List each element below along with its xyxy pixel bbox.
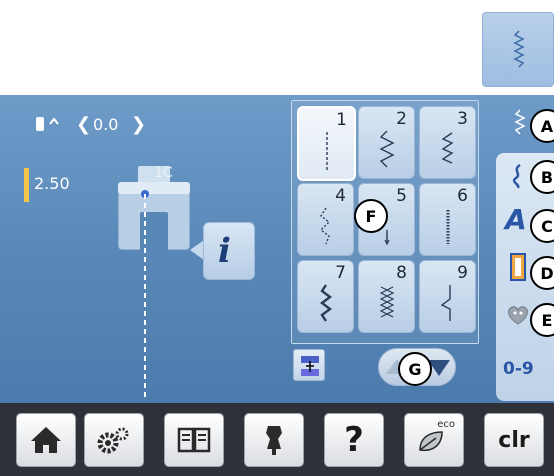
needle-position-value: 0.0: [93, 115, 119, 134]
help-button[interactable]: ?: [324, 413, 384, 467]
alphabets-icon[interactable]: A: [505, 203, 527, 236]
practical-stitches-icon[interactable]: [510, 108, 530, 138]
setup-button[interactable]: [84, 413, 144, 467]
stitch-button-2[interactable]: 2: [358, 106, 415, 179]
stitch-number: 1: [336, 110, 347, 130]
info-pointer: [190, 240, 204, 260]
stitch-number: 8: [396, 263, 407, 283]
stitch-button-4[interactable]: 4: [297, 183, 354, 256]
stitch-number: 3: [457, 109, 468, 129]
foot-label: 1C: [154, 165, 173, 181]
needle-right-arrow[interactable]: ❯: [131, 114, 146, 135]
stitch-button-8[interactable]: 8: [358, 260, 415, 333]
tutorial-button[interactable]: [164, 413, 224, 467]
honeycomb-stitch-icon: [379, 286, 395, 318]
help-icon: ?: [344, 420, 364, 460]
stitch-number: 5: [396, 186, 407, 206]
running-stitch-icon: [319, 207, 331, 245]
stitch-selection-button[interactable]: [482, 12, 554, 87]
stitch-button-1[interactable]: 1: [297, 106, 356, 181]
marker-g: G: [398, 352, 432, 386]
stitch-width-value[interactable]: 2.50: [34, 174, 70, 193]
blindstitch-icon: [440, 285, 451, 321]
book-icon: [177, 427, 211, 453]
stitch-number: 2: [396, 109, 407, 129]
eco-button[interactable]: eco: [404, 413, 464, 467]
stitch-button-9[interactable]: 9: [419, 260, 476, 333]
stitch-number: 4: [335, 186, 346, 206]
marker-f: F: [354, 199, 388, 233]
gear-icon: [97, 427, 129, 454]
stitch-button-3[interactable]: 3: [419, 106, 476, 179]
pattern-begin-icon: [301, 356, 319, 376]
home-button[interactable]: [16, 413, 76, 467]
stitch-button-6[interactable]: 6: [419, 183, 476, 256]
home-icon: [31, 427, 61, 453]
stitch-width-indicator: [24, 168, 29, 202]
needle-left-arrow[interactable]: ❮: [76, 114, 91, 135]
stitch-button-7[interactable]: 7: [297, 260, 354, 333]
clear-button[interactable]: clr: [484, 413, 544, 467]
creative-consultant-button[interactable]: [244, 413, 304, 467]
info-icon: i: [218, 231, 231, 271]
triple-zigzag-icon: [320, 284, 332, 322]
stitch-number: 7: [335, 263, 346, 283]
needle-icon[interactable]: [34, 114, 66, 138]
zigzag-stitch-icon: [379, 130, 395, 168]
stitch-number-entry[interactable]: 0-9: [503, 359, 534, 379]
triple-straight-icon: [446, 210, 450, 244]
eco-label: eco: [437, 419, 455, 430]
buttonholes-icon[interactable]: [509, 252, 529, 282]
straight-stitch-icon: [326, 132, 328, 170]
vari-overlock-icon: [441, 132, 454, 164]
zigzag-stitch-icon: [513, 30, 525, 68]
clear-label: clr: [498, 427, 530, 453]
pattern-begin-button[interactable]: [293, 349, 325, 381]
decorative-stitches-icon[interactable]: [508, 162, 528, 190]
stitch-number: 9: [457, 263, 468, 283]
info-button[interactable]: i: [203, 222, 255, 280]
dress-form-icon: [266, 426, 282, 455]
personal-program-icon[interactable]: [504, 304, 532, 326]
needle-stitch-line: [141, 190, 149, 401]
stitch-number: 6: [457, 186, 468, 206]
